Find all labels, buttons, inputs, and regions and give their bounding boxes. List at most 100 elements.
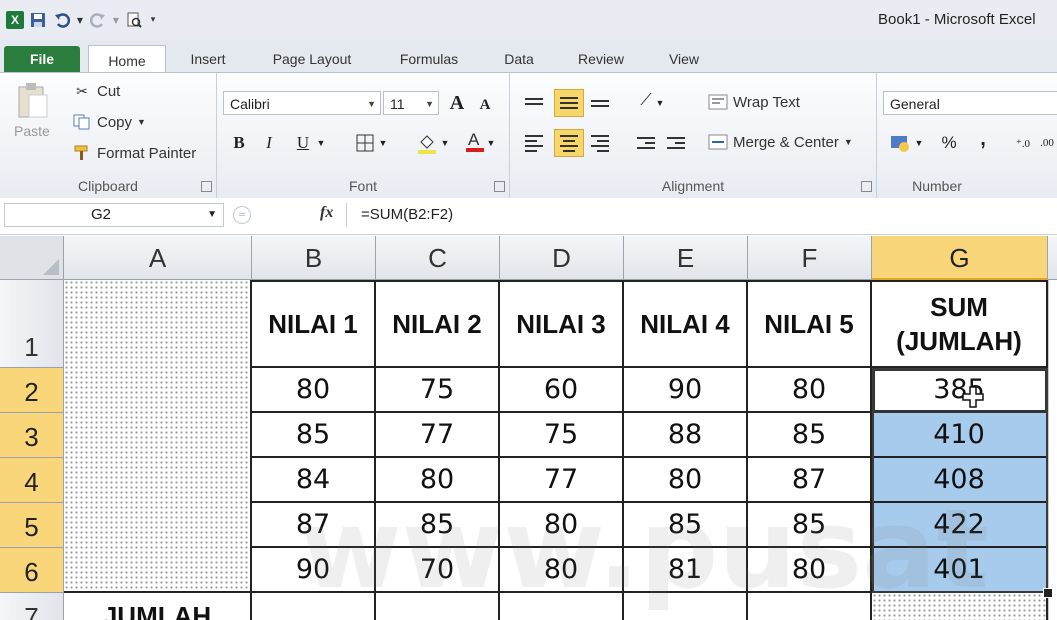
redo-dropdown-icon[interactable]: ▼ xyxy=(112,10,120,30)
undo-icon[interactable] xyxy=(52,10,72,30)
decrease-decimal-icon[interactable]: .00 xyxy=(1035,131,1057,155)
percent-style-button[interactable]: % xyxy=(937,131,961,155)
cell-e4[interactable]: 80 xyxy=(624,458,748,503)
cell-b3[interactable]: 85 xyxy=(252,413,376,458)
redo-icon[interactable] xyxy=(88,10,108,30)
customize-qat-icon[interactable]: ▾ xyxy=(148,10,158,30)
cell-e2[interactable]: 90 xyxy=(624,368,748,413)
row-header-2[interactable]: 2 xyxy=(0,368,64,413)
excel-logo-icon[interactable]: X xyxy=(6,11,24,29)
paste-button[interactable]: Paste xyxy=(14,81,50,139)
formula-input[interactable]: =SUM(B2:F2) xyxy=(346,203,1052,227)
cell-g2-active[interactable]: 385 xyxy=(872,368,1048,413)
cell-g4[interactable]: 408 xyxy=(872,458,1048,503)
italic-button[interactable]: I xyxy=(257,131,281,155)
tab-view[interactable]: View xyxy=(656,46,712,72)
cell-e1[interactable]: NILAI 4 xyxy=(624,280,748,368)
cell-f6[interactable]: 80 xyxy=(748,548,872,593)
cell-d1[interactable]: NILAI 3 xyxy=(500,280,624,368)
cell-g6[interactable]: 401 xyxy=(872,548,1048,593)
print-preview-icon[interactable] xyxy=(124,10,144,30)
column-h-cells[interactable] xyxy=(1048,280,1057,620)
cell-c4[interactable]: 80 xyxy=(376,458,500,503)
font-color-dropdown-icon[interactable]: ▼ xyxy=(485,131,497,155)
column-header-a[interactable]: A xyxy=(64,236,252,280)
cut-button[interactable]: ✂ Cut xyxy=(72,82,120,100)
cell-c5[interactable]: 85 xyxy=(376,503,500,548)
decrease-indent-icon[interactable] xyxy=(634,131,658,155)
tab-formulas[interactable]: Formulas xyxy=(384,46,474,72)
fill-color-icon[interactable] xyxy=(415,131,439,155)
cell-f1[interactable]: NILAI 5 xyxy=(748,280,872,368)
cell-g5[interactable]: 422 xyxy=(872,503,1048,548)
cell-e3[interactable]: 88 xyxy=(624,413,748,458)
cell-f3[interactable]: 85 xyxy=(748,413,872,458)
grow-font-icon[interactable]: A xyxy=(445,91,469,115)
row-header-1[interactable]: 1 xyxy=(0,280,64,368)
cell-b4[interactable]: 84 xyxy=(252,458,376,503)
cell-d4[interactable]: 77 xyxy=(500,458,624,503)
cell-e5[interactable]: 85 xyxy=(624,503,748,548)
font-name-combo[interactable]: Calibri ▼ xyxy=(223,91,381,115)
cell-c7[interactable] xyxy=(376,593,500,620)
cell-g7[interactable] xyxy=(872,593,1048,620)
accounting-format-icon[interactable] xyxy=(889,131,913,155)
cell-f5[interactable]: 85 xyxy=(748,503,872,548)
tab-home[interactable]: Home xyxy=(88,45,166,75)
cell-e6[interactable]: 81 xyxy=(624,548,748,593)
cell-b2[interactable]: 80 xyxy=(252,368,376,413)
row-header-5[interactable]: 5 xyxy=(0,503,64,548)
column-header-d[interactable]: D xyxy=(500,236,624,280)
tab-page-layout[interactable]: Page Layout xyxy=(260,46,364,72)
tab-data[interactable]: Data xyxy=(494,46,544,72)
center-align-icon[interactable] xyxy=(554,129,584,157)
font-color-icon[interactable]: A xyxy=(463,129,487,153)
column-header-e[interactable]: E xyxy=(624,236,748,280)
column-header-f[interactable]: F xyxy=(748,236,872,280)
undo-dropdown-icon[interactable]: ▼ xyxy=(76,10,84,30)
borders-dropdown-icon[interactable]: ▼ xyxy=(377,131,389,155)
name-box[interactable]: G2 ▼ xyxy=(4,203,224,227)
cell-c6[interactable]: 70 xyxy=(376,548,500,593)
tab-review[interactable]: Review xyxy=(566,46,636,72)
tab-insert[interactable]: Insert xyxy=(176,46,240,72)
save-icon[interactable] xyxy=(28,10,48,30)
shrink-font-icon[interactable]: A xyxy=(473,93,497,117)
column-header-b[interactable]: B xyxy=(252,236,376,280)
underline-button[interactable]: U xyxy=(291,131,315,155)
accounting-dropdown-icon[interactable]: ▼ xyxy=(913,131,925,155)
cell-b7[interactable] xyxy=(252,593,376,620)
cell-g1[interactable]: SUM (JUMLAH) xyxy=(872,280,1048,368)
wrap-text-button[interactable]: Wrap Text xyxy=(708,93,800,111)
cell-a7[interactable]: JUMLAH xyxy=(64,593,252,620)
cell-f7[interactable] xyxy=(748,593,872,620)
row-header-7[interactable]: 7 xyxy=(0,593,64,620)
align-right-icon[interactable] xyxy=(588,131,612,155)
cell-b1[interactable]: NILAI 1 xyxy=(252,280,376,368)
fill-handle[interactable] xyxy=(1043,588,1053,598)
font-name-dropdown-icon[interactable]: ▼ xyxy=(367,92,376,116)
name-box-dropdown-icon[interactable]: ▼ xyxy=(207,204,217,226)
cell-f4[interactable]: 87 xyxy=(748,458,872,503)
fill-color-dropdown-icon[interactable]: ▼ xyxy=(439,131,451,155)
cell-f2[interactable]: 80 xyxy=(748,368,872,413)
cell-d5[interactable]: 80 xyxy=(500,503,624,548)
cell-b5[interactable]: 87 xyxy=(252,503,376,548)
column-header-h[interactable] xyxy=(1048,236,1057,280)
orientation-dropdown-icon[interactable]: ▼ xyxy=(654,91,666,115)
cell-c1[interactable]: NILAI 2 xyxy=(376,280,500,368)
select-all-button[interactable] xyxy=(0,236,64,280)
align-left-icon[interactable] xyxy=(522,131,546,155)
clipboard-dialog-launcher-icon[interactable] xyxy=(201,181,212,192)
row-header-3[interactable]: 3 xyxy=(0,413,64,458)
insert-function-icon[interactable]: fx xyxy=(320,204,333,222)
cell-e7[interactable] xyxy=(624,593,748,620)
cell-d2[interactable]: 60 xyxy=(500,368,624,413)
bold-button[interactable]: B xyxy=(227,131,251,155)
cell-a1-a6[interactable] xyxy=(64,280,252,593)
tab-file[interactable]: File xyxy=(4,46,80,72)
alignment-dialog-launcher-icon[interactable] xyxy=(861,181,872,192)
font-size-combo[interactable]: 11 ▼ xyxy=(383,91,439,115)
bottom-align-icon[interactable] xyxy=(588,91,612,115)
merge-center-dropdown-icon[interactable]: ▼ xyxy=(844,137,853,147)
